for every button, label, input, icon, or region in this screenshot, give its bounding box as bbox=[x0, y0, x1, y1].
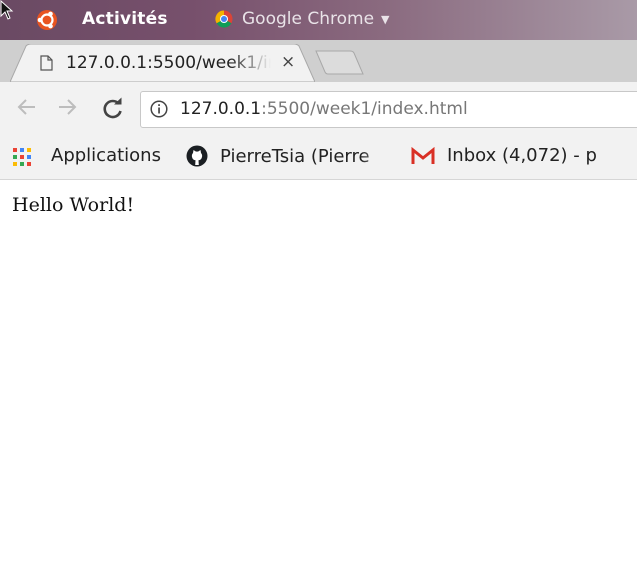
bookmark-applications[interactable]: Applications bbox=[12, 145, 161, 166]
page-content: Hello World! bbox=[0, 180, 637, 583]
gmail-icon bbox=[411, 146, 435, 164]
activities-button[interactable]: Activités bbox=[82, 9, 168, 29]
browser-toolbar: 127.0.0.1:5500/week1/index.html bbox=[0, 82, 637, 137]
url-path: :5500/week1/index.html bbox=[261, 99, 468, 119]
bookmark-github[interactable]: PierreTsia (Pierre bbox=[186, 145, 392, 167]
close-tab-icon[interactable]: × bbox=[281, 52, 295, 72]
ubuntu-logo-icon[interactable] bbox=[36, 9, 58, 31]
url-text[interactable]: 127.0.0.1:5500/week1/index.html bbox=[180, 99, 468, 119]
arrow-right-icon bbox=[59, 99, 77, 115]
tab-title: 127.0.0.1:5500/week1/index.html bbox=[66, 53, 271, 73]
arrow-left-icon bbox=[17, 99, 35, 115]
chevron-down-icon: ▼ bbox=[381, 12, 390, 26]
address-bar[interactable]: 127.0.0.1:5500/week1/index.html bbox=[140, 91, 637, 128]
new-tab-button[interactable] bbox=[312, 49, 366, 77]
bookmark-label: PierreTsia (Pierre bbox=[220, 145, 370, 167]
bookmark-label: Inbox (4,072) - p bbox=[447, 145, 597, 166]
url-host: 127.0.0.1 bbox=[180, 99, 262, 119]
bookmark-label: Applications bbox=[51, 145, 161, 166]
app-menu[interactable]: Google Chrome ▼ bbox=[215, 9, 390, 29]
tab-active[interactable]: 127.0.0.1:5500/week1/index.html × bbox=[10, 44, 315, 82]
bookmarks-bar: Applications PierreTsia (Pierre Inbox (4… bbox=[0, 137, 637, 180]
apps-grid-icon bbox=[13, 147, 31, 166]
github-icon bbox=[186, 145, 208, 167]
forward-button[interactable] bbox=[56, 96, 78, 124]
gnome-top-bar: Activités Google Chrome ▼ bbox=[0, 0, 637, 40]
page-text: Hello World! bbox=[12, 194, 135, 216]
mouse-cursor-icon bbox=[0, 0, 14, 20]
app-name: Google Chrome bbox=[242, 9, 375, 29]
back-button[interactable] bbox=[16, 96, 38, 124]
bookmark-gmail[interactable]: Inbox (4,072) - p bbox=[411, 145, 637, 166]
site-info-icon[interactable] bbox=[150, 100, 168, 118]
chrome-logo-icon bbox=[215, 10, 233, 28]
document-icon bbox=[40, 55, 53, 71]
reload-button[interactable] bbox=[100, 97, 126, 121]
tab-strip: 127.0.0.1:5500/week1/index.html × bbox=[0, 40, 637, 82]
